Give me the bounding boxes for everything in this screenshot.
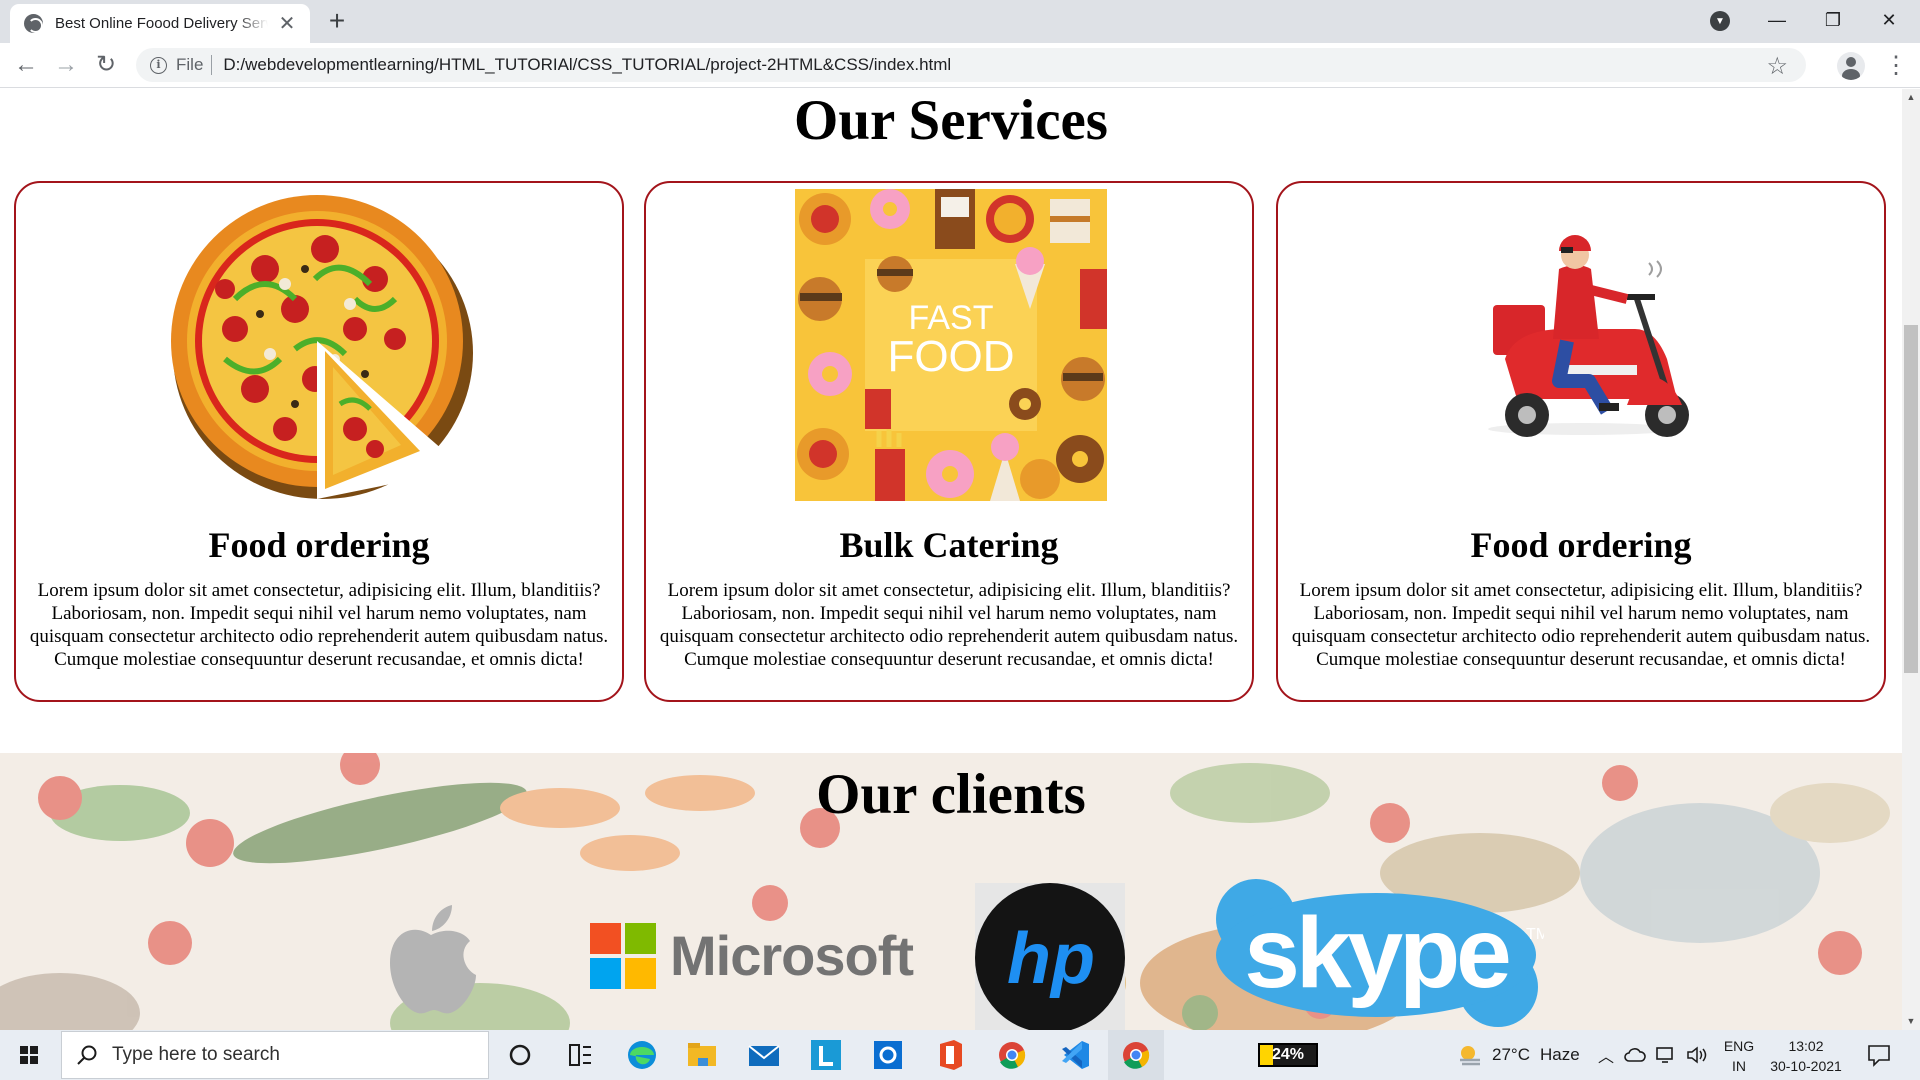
scroll-up-arrow-icon[interactable]: ▲ [1902,89,1920,106]
bookmark-star-icon[interactable]: ☆ [1766,52,1788,81]
vscode-icon[interactable] [1046,1030,1102,1080]
weather-text: Haze [1539,1045,1580,1064]
taskbar-search-box[interactable]: Type here to search [61,1031,489,1079]
skype-logo-text: skype [1244,897,1509,1009]
outlook-icon[interactable] [860,1030,916,1080]
language-indicator[interactable]: ENG IN [1722,1036,1756,1076]
system-tray: ︿ [1598,1030,1708,1080]
search-icon [77,1045,97,1065]
chrome-active-icon[interactable] [1108,1030,1164,1080]
info-icon[interactable]: i [150,56,167,74]
pizza-image [171,195,473,499]
url-scheme: File [176,55,204,74]
office-icon[interactable] [922,1030,978,1080]
card-description: Lorem ipsum dolor sit amet consectetur, … [659,580,1239,670]
globe-icon [24,14,43,33]
windows-taskbar: Type here to search 24% 27°C Haze ︿ ENG … [0,1030,1920,1080]
new-tab-button[interactable]: + [322,6,352,36]
service-card: FAST FOOD Bulk Catering Lorem ipsum dolo… [644,181,1254,702]
temperature-text: 27°C [1492,1045,1530,1064]
service-card: Food ordering Lorem ipsum dolor sit amet… [1276,181,1886,702]
clients-heading: Our clients [816,763,1086,826]
file-explorer-icon[interactable] [674,1030,730,1080]
card-title: Food ordering [208,525,430,565]
cortana-icon[interactable] [492,1030,548,1080]
browser-toolbar: ← → ↻ i File D:/webdevelopmentlearning/H… [0,43,1920,88]
browser-tab[interactable]: Best Online Foood Delivery Service ✕ [10,4,310,43]
clock-date: 30-10-2021 [1770,1058,1842,1074]
clock-time: 13:02 [1788,1038,1824,1054]
microsoft-logo [590,923,656,989]
hp-logo: hp [975,883,1125,1030]
tab-close-icon[interactable]: ✕ [276,13,298,35]
taskbar-clock[interactable]: 13:02 30-10-2021 [1764,1036,1848,1076]
skype-logo: skype TM [1216,879,1544,1027]
microsoft-logo-text: Microsoft [670,924,914,987]
back-button[interactable]: ← [10,49,42,81]
tab-strip: Best Online Foood Delivery Service ✕ + ▼… [0,0,1920,43]
notification-icon[interactable] [1866,1042,1892,1068]
region-code: IN [1732,1058,1746,1074]
scroll-down-arrow-icon[interactable]: ▼ [1902,1013,1920,1030]
url-separator [211,55,213,75]
service-card: Food ordering Lorem ipsum dolor sit amet… [14,181,624,702]
tab-search-icon[interactable]: ▼ [1710,11,1730,31]
tab-title: Best Online Foood Delivery Service [55,15,268,32]
delivery-scooter-image [1427,189,1739,501]
volume-icon[interactable] [1686,1046,1708,1064]
profile-icon[interactable] [1837,52,1865,80]
address-bar[interactable]: i File D:/webdevelopmentlearning/HTML_TU… [136,48,1806,82]
close-window-button[interactable]: ✕ [1866,0,1912,40]
apple-logo [390,905,476,1014]
search-placeholder: Type here to search [112,1044,280,1065]
haze-sun-icon [1460,1046,1480,1066]
restore-button[interactable]: ❐ [1810,0,1856,40]
battery-percent: 24% [1271,1046,1305,1063]
language-code: ENG [1723,1038,1755,1054]
browser-menu-icon[interactable]: ⋮ [1884,51,1908,81]
scrollbar-thumb[interactable] [1904,325,1918,673]
minimize-button[interactable]: — [1754,0,1800,40]
l-app-icon[interactable] [798,1030,854,1080]
task-view-icon[interactable] [552,1030,608,1080]
battery-indicator[interactable]: 24% [1258,1043,1318,1067]
food-text: FOOD [887,332,1014,381]
card-description: Lorem ipsum dolor sit amet consectetur, … [29,580,609,670]
card-title: Food ordering [1470,525,1692,565]
weather-widget[interactable]: 27°C Haze [1456,1030,1580,1080]
edge-icon[interactable] [614,1030,670,1080]
card-description: Lorem ipsum dolor sit amet consectetur, … [1291,580,1871,670]
hp-logo-text: hp [1007,919,1095,999]
chevron-up-icon[interactable]: ︿ [1598,1043,1614,1067]
forward-button[interactable]: → [50,49,82,81]
card-title: Bulk Catering [839,525,1059,565]
page-viewport: Our Services Food ordering Lorem ipsum d… [0,89,1902,1030]
services-heading: Our Services [794,89,1108,152]
skype-trademark: TM [1526,926,1544,943]
chrome-icon[interactable] [984,1030,1040,1080]
windows-start-icon[interactable] [0,1030,58,1080]
reload-button[interactable]: ↻ [90,49,122,81]
fast-food-image: FAST FOOD [795,189,1107,501]
onedrive-cloud-icon[interactable] [1624,1047,1646,1063]
page-scrollbar[interactable]: ▲ ▼ [1902,89,1920,1030]
network-icon[interactable] [1656,1046,1676,1064]
url-text[interactable]: D:/webdevelopmentlearning/HTML_TUTORIAl/… [223,55,951,75]
clients-section: Our clients Microsoft hp skype TM [0,753,1902,1030]
mail-icon[interactable] [736,1030,792,1080]
